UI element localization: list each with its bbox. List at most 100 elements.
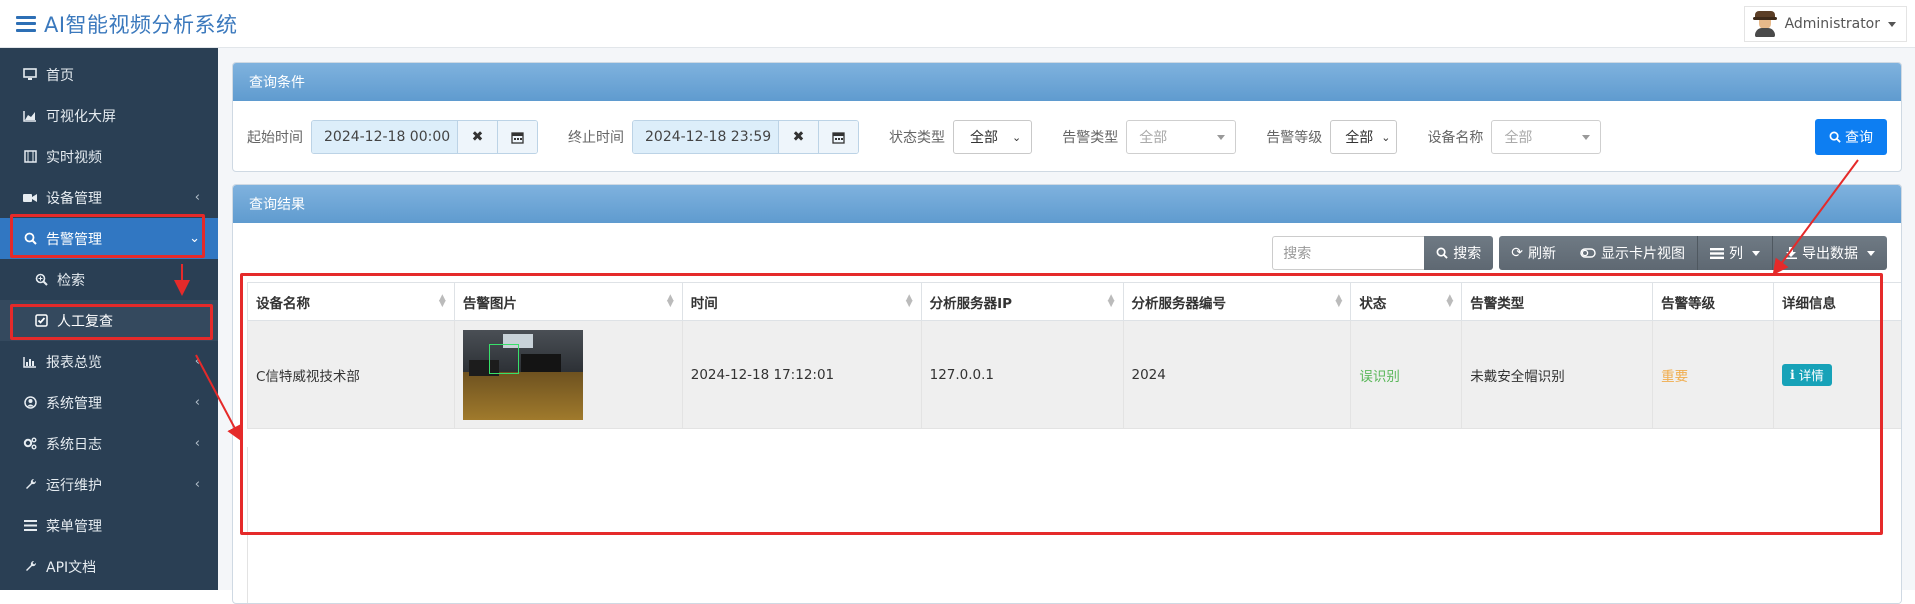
sidebar-subitem-search[interactable]: 检索 <box>0 259 218 300</box>
query-button[interactable]: 查询 <box>1815 119 1887 155</box>
cell-server-ip: 127.0.0.1 <box>920 320 1124 429</box>
sidebar-item-label: 菜单管理 <box>46 518 102 535</box>
check-square-icon <box>33 314 49 328</box>
top-bar: AI智能视频分析系统 Administrator <box>0 0 1915 48</box>
user-circle-icon <box>22 396 38 410</box>
select-value: 全部 <box>1139 130 1168 146</box>
sidebar-item-label: 可视化大屏 <box>46 108 116 125</box>
panel-title: 查询条件 <box>233 63 1901 101</box>
end-time-field[interactable]: 2024-12-18 23:59 ✖ <box>632 120 859 154</box>
search-icon <box>22 232 38 246</box>
select-value: 全部 <box>1504 130 1533 146</box>
sidebar-item-logs[interactable]: 系统日志 ‹ <box>0 423 218 464</box>
cell-alarm-level: 重要 <box>1652 320 1775 429</box>
column-header[interactable]: 详细信息 <box>1773 282 1901 321</box>
alarm-level-label: 告警等级 <box>1266 130 1323 146</box>
export-button[interactable]: 导出数据 <box>1773 236 1887 270</box>
chevron-down-icon: ⌄ <box>189 231 200 246</box>
cell-status: 误识别 <box>1350 320 1463 429</box>
alarm-image-thumbnail[interactable] <box>462 329 583 420</box>
caret-down-icon <box>1867 250 1875 256</box>
columns-button[interactable]: 列 <box>1698 236 1772 270</box>
sidebar-item-label: 首页 <box>46 67 74 84</box>
calendar-icon[interactable] <box>497 121 537 153</box>
cell-alarm-image <box>453 320 683 429</box>
list-icon <box>1710 247 1724 259</box>
sidebar-item-label: 检索 <box>57 272 85 289</box>
status-type-select[interactable]: 全部 ⌄ <box>953 120 1033 154</box>
column-header[interactable]: 分析服务器IP ▲ ▼ <box>920 282 1124 321</box>
chevron-down-icon: ⌄ <box>1381 130 1391 144</box>
start-time-label: 起始时间 <box>247 130 303 146</box>
card-view-button[interactable]: 显示卡片视图 <box>1568 236 1697 270</box>
cogs-icon <box>22 437 38 451</box>
alarm-level-select[interactable]: 全部 ⌄ <box>1330 120 1398 154</box>
calendar-icon[interactable] <box>818 121 858 153</box>
sort-icon: ▲ ▼ <box>1335 293 1343 309</box>
caret-down-icon <box>1888 21 1896 27</box>
alarm-type-select[interactable]: 全部 <box>1126 120 1237 154</box>
sort-icon: ▲ ▼ <box>905 293 913 309</box>
cell-alarm-type: 未戴安全帽识别 <box>1461 320 1654 429</box>
device-name-select[interactable]: 全部 <box>1491 120 1602 154</box>
search-icon <box>1436 247 1448 259</box>
sidebar-item-alarm[interactable]: 告警管理 ⌄ <box>0 218 218 259</box>
sidebar-item-label: 运行维护 <box>46 477 102 494</box>
end-time-label: 终止时间 <box>568 130 624 146</box>
sidebar-item-label: 报表总览 <box>46 354 102 371</box>
clear-icon[interactable]: ✖ <box>778 121 818 153</box>
download-icon <box>1785 247 1797 259</box>
chevron-left-icon: ‹ <box>194 395 200 410</box>
wrench-icon <box>22 560 38 574</box>
column-header[interactable]: 告警类型 <box>1461 282 1654 321</box>
menu-toggle-icon[interactable] <box>16 15 36 32</box>
sidebar-subitem-manual-review[interactable]: 人工复查 <box>0 300 218 341</box>
columns-button-label: 列 <box>1729 246 1743 262</box>
chevron-down-icon: ⌄ <box>1012 130 1022 144</box>
table-row[interactable]: C信特威视技术部 2024-12-18 17:12:01 127.0.0.1 2… <box>247 320 1901 429</box>
user-menu[interactable]: Administrator <box>1743 6 1907 42</box>
column-header[interactable]: 告警图片 ▲ ▼ <box>453 282 683 321</box>
sidebar-item-device[interactable]: 设备管理 ‹ <box>0 177 218 218</box>
sort-icon: ▲ ▼ <box>1446 293 1454 309</box>
column-header[interactable]: 状态 ▲ ▼ <box>1350 282 1463 321</box>
column-header[interactable]: 设备名称 ▲ ▼ <box>247 282 455 321</box>
column-header[interactable]: 时间 ▲ ▼ <box>681 282 922 321</box>
start-time-input[interactable]: 2024-12-18 00:00 <box>312 121 457 153</box>
sidebar-item-maintenance[interactable]: 运行维护 ‹ <box>0 464 218 505</box>
column-header[interactable]: 告警等级 <box>1652 282 1775 321</box>
area-chart-icon <box>22 109 38 123</box>
refresh-button[interactable]: ⟳ 刷新 <box>1499 236 1568 270</box>
refresh-button-label: 刷新 <box>1528 246 1556 262</box>
sidebar-item-system[interactable]: 系统管理 ‹ <box>0 382 218 423</box>
detail-button[interactable]: ℹ 详情 <box>1782 363 1832 386</box>
sidebar-item-home[interactable]: 首页 <box>0 54 218 95</box>
query-button-label: 查询 <box>1845 130 1873 146</box>
detail-button-label: 详情 <box>1798 368 1824 383</box>
toggle-icon <box>1580 248 1596 258</box>
clear-icon[interactable]: ✖ <box>457 121 497 153</box>
sidebar-item-live-video[interactable]: 实时视频 <box>0 136 218 177</box>
search-icon <box>1829 131 1841 143</box>
sidebar-item-label: 系统日志 <box>46 436 102 453</box>
sidebar-item-dashboard[interactable]: 可视化大屏 <box>0 95 218 136</box>
sidebar-item-label: API文档 <box>46 559 97 576</box>
sidebar-item-label: 实时视频 <box>46 149 102 166</box>
query-panel: 查询条件 起始时间 2024-12-18 00:00 ✖ 终止时间 2024-1… <box>232 62 1902 172</box>
avatar <box>1752 11 1777 37</box>
column-header[interactable]: 分析服务器编号 ▲ ▼ <box>1122 282 1352 321</box>
end-time-input[interactable]: 2024-12-18 23:59 <box>633 121 778 153</box>
sidebar-item-reports[interactable]: 报表总览 ‹ <box>0 341 218 382</box>
search-plus-icon <box>33 273 49 287</box>
select-value: 全部 <box>970 130 998 146</box>
table-search-input[interactable]: 搜索 <box>1272 236 1425 270</box>
sidebar-item-menu[interactable]: 菜单管理 <box>0 505 218 546</box>
start-time-field[interactable]: 2024-12-18 00:00 ✖ <box>311 120 538 154</box>
chevron-left-icon: ‹ <box>194 436 200 451</box>
chevron-left-icon: ‹ <box>194 354 200 369</box>
search-button[interactable]: 搜索 <box>1424 236 1494 270</box>
table-empty-area <box>247 447 1901 603</box>
list-icon <box>22 519 38 533</box>
main-content: 查询条件 起始时间 2024-12-18 00:00 ✖ 终止时间 2024-1… <box>218 48 1915 604</box>
sidebar-item-api[interactable]: API文档 <box>0 546 218 587</box>
